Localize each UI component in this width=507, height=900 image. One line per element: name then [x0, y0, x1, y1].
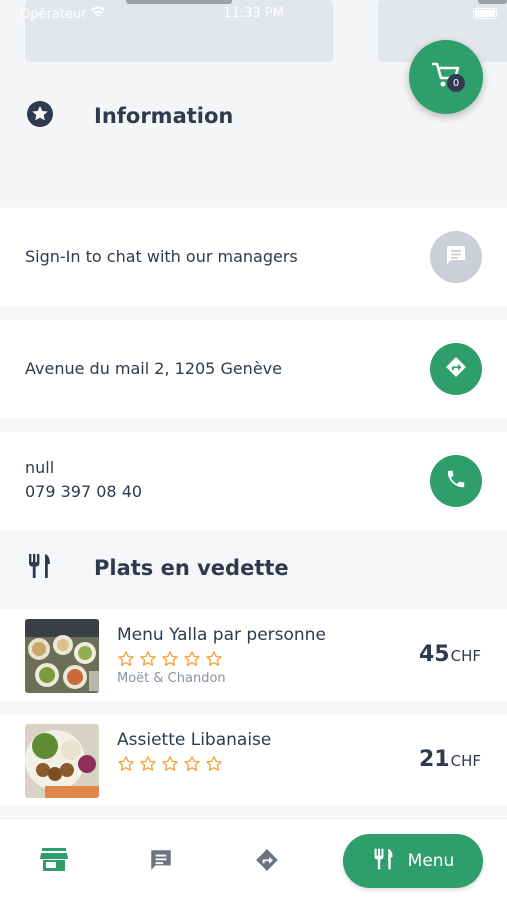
menu-label: Menu — [407, 851, 455, 871]
address-row[interactable]: Avenue du mail 2, 1205 Genève — [0, 320, 507, 418]
featured-header: Plats en vedette — [0, 551, 507, 585]
star-circle-icon — [26, 100, 54, 132]
tab-chat[interactable] — [146, 847, 176, 877]
dish-price: 45 CHF — [419, 642, 481, 667]
dish-image — [25, 724, 99, 798]
dish-item[interactable]: Menu Yalla par personne Moët & Chandon 4… — [0, 609, 507, 701]
star-icon — [183, 650, 201, 672]
information-title: Information — [94, 104, 234, 128]
star-icon — [183, 755, 201, 777]
star-icon — [117, 755, 135, 777]
chat-text: Sign-In to chat with our managers — [25, 247, 298, 266]
chat-button[interactable] — [430, 231, 482, 283]
featured-title: Plats en vedette — [94, 556, 289, 580]
dish-image — [25, 619, 99, 693]
directions-icon — [444, 355, 468, 383]
menu-button[interactable]: Menu — [343, 834, 483, 888]
dish-item[interactable]: Assiette Libanaise 21 CHF — [0, 714, 507, 806]
dish-name: Assiette Libanaise — [117, 730, 272, 750]
fork-knife-icon — [372, 847, 396, 876]
chat-icon — [444, 243, 468, 271]
chat-row[interactable]: Sign-In to chat with our managers — [0, 208, 507, 306]
directions-button[interactable] — [430, 343, 482, 395]
chat-icon — [148, 847, 174, 877]
star-icon — [139, 650, 157, 672]
phone-number: 079 397 08 40 — [25, 482, 143, 501]
dish-name: Menu Yalla par personne — [117, 625, 326, 645]
rating-stars — [117, 650, 223, 672]
store-icon — [40, 847, 68, 877]
dish-price: 21 CHF — [419, 747, 481, 772]
price-currency: CHF — [450, 752, 481, 770]
bottom-tab-bar: Menu — [0, 818, 507, 900]
star-icon — [205, 755, 223, 777]
star-icon — [117, 650, 135, 672]
address-text: Avenue du mail 2, 1205 Genève — [25, 359, 282, 378]
tab-directions[interactable] — [252, 847, 282, 877]
price-amount: 45 — [418, 642, 450, 667]
star-icon — [205, 650, 223, 672]
call-button[interactable] — [430, 455, 482, 507]
status-time: 11:33 PM — [223, 6, 284, 21]
star-icon — [161, 650, 179, 672]
tab-store[interactable] — [39, 847, 69, 877]
price-currency: CHF — [450, 647, 481, 665]
cart-button[interactable]: 0 — [409, 40, 483, 114]
status-bar: Opérateur 11:33 PM — [0, 0, 507, 28]
star-icon — [139, 755, 157, 777]
star-icon — [161, 755, 179, 777]
phone-row[interactable]: null 079 397 08 40 — [0, 432, 507, 530]
price-amount: 21 — [418, 747, 450, 772]
phone-contact-name: null — [25, 458, 55, 477]
battery-icon — [473, 8, 497, 19]
dish-subtitle: Moët & Chandon — [117, 671, 226, 686]
rating-stars — [117, 755, 223, 777]
phone-icon — [445, 468, 467, 494]
fork-knife-icon — [26, 552, 54, 584]
directions-icon — [254, 847, 280, 877]
cart-count-badge: 0 — [447, 74, 465, 92]
